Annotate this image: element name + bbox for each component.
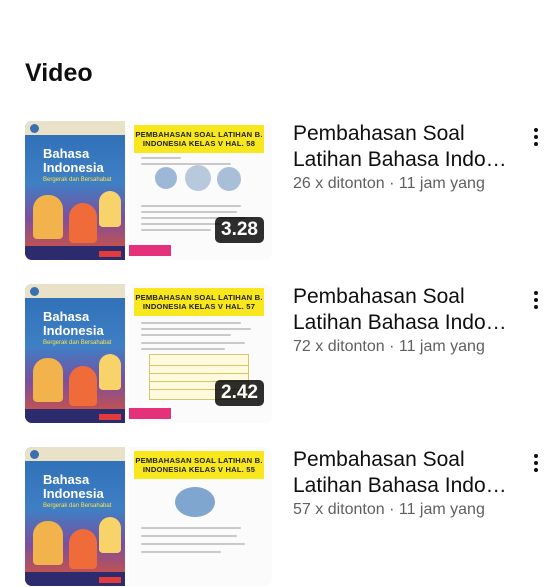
upload-age: 11 jam yang — [398, 175, 485, 192]
meta-separator: · — [389, 175, 395, 192]
thumbnail-banner: PEMBAHASAN SOAL LATIHAN B. INDONESIA KEL… — [134, 125, 264, 153]
video-meta: 72 x ditonton · 11 jam yang — [293, 336, 533, 358]
view-count: 72 x ditonton — [293, 338, 385, 355]
thumbnail-banner: PEMBAHASAN SOAL LATIHAN B. INDONESIA KEL… — [134, 451, 264, 479]
video-meta: 26 x ditonton · 11 jam yang — [293, 173, 533, 195]
video-meta: 57 x ditonton · 11 jam yang — [293, 499, 533, 521]
meta-separator: · — [389, 501, 395, 518]
more-vert-icon[interactable] — [526, 286, 546, 314]
video-title-line: Latihan Bahasa Indonesia Kelas V Hal. 57 — [293, 311, 518, 334]
video-thumbnail[interactable]: Bahasa Indonesia Bergerak dan Bersahabat… — [25, 284, 272, 423]
video-title[interactable]: Pembahasan Soal Latihan Bahasa Indonesia… — [293, 284, 518, 336]
more-vert-icon[interactable] — [526, 123, 546, 151]
view-count: 26 x ditonton — [293, 175, 385, 192]
video-item[interactable]: Bahasa Indonesia Bergerak dan Bersahabat… — [0, 121, 560, 261]
more-vert-icon[interactable] — [526, 449, 546, 477]
video-thumbnail[interactable]: Bahasa Indonesia Bergerak dan Bersahabat… — [25, 121, 272, 260]
worksheet-page-image: PEMBAHASAN SOAL LATIHAN B. INDONESIA KEL… — [129, 447, 272, 586]
meta-separator: · — [389, 338, 395, 355]
view-count: 57 x ditonton — [293, 501, 385, 518]
book-cover-title: Bahasa Indonesia — [43, 309, 104, 338]
book-cover-title: Bahasa Indonesia — [43, 146, 104, 175]
book-cover-title: Bahasa Indonesia — [43, 472, 104, 501]
video-title[interactable]: Pembahasan Soal Latihan Bahasa Indonesia… — [293, 121, 518, 173]
video-item[interactable]: Bahasa Indonesia Bergerak dan Bersahabat… — [0, 284, 560, 424]
upload-age: 11 jam yang — [398, 501, 485, 518]
video-item[interactable]: Bahasa Indonesia Bergerak dan Bersahabat… — [0, 447, 560, 587]
upload-age: 11 jam yang — [398, 338, 485, 355]
video-thumbnail[interactable]: Bahasa Indonesia Bergerak dan Bersahabat… — [25, 447, 272, 586]
video-duration-badge: 3.28 — [215, 217, 264, 243]
video-title-line: Latihan Bahasa Indonesia Kelas V Hal. 58 — [293, 148, 518, 171]
book-cover-image: Bahasa Indonesia Bergerak dan Bersahabat — [25, 447, 125, 586]
book-cover-image: Bahasa Indonesia Bergerak dan Bersahabat — [25, 121, 125, 260]
thumbnail-banner: PEMBAHASAN SOAL LATIHAN B. INDONESIA KEL… — [134, 288, 264, 316]
video-title-line: Pembahasan Soal — [293, 285, 465, 308]
video-title[interactable]: Pembahasan Soal Latihan Bahasa Indonesia… — [293, 447, 518, 499]
section-title: Video — [25, 59, 93, 87]
book-cover-image: Bahasa Indonesia Bergerak dan Bersahabat — [25, 284, 125, 423]
video-title-line: Pembahasan Soal — [293, 448, 465, 471]
video-title-line: Pembahasan Soal — [293, 122, 465, 145]
video-title-line: Latihan Bahasa Indonesia Kelas V Hal. 55 — [293, 474, 518, 497]
video-duration-badge: 2.42 — [215, 380, 264, 406]
